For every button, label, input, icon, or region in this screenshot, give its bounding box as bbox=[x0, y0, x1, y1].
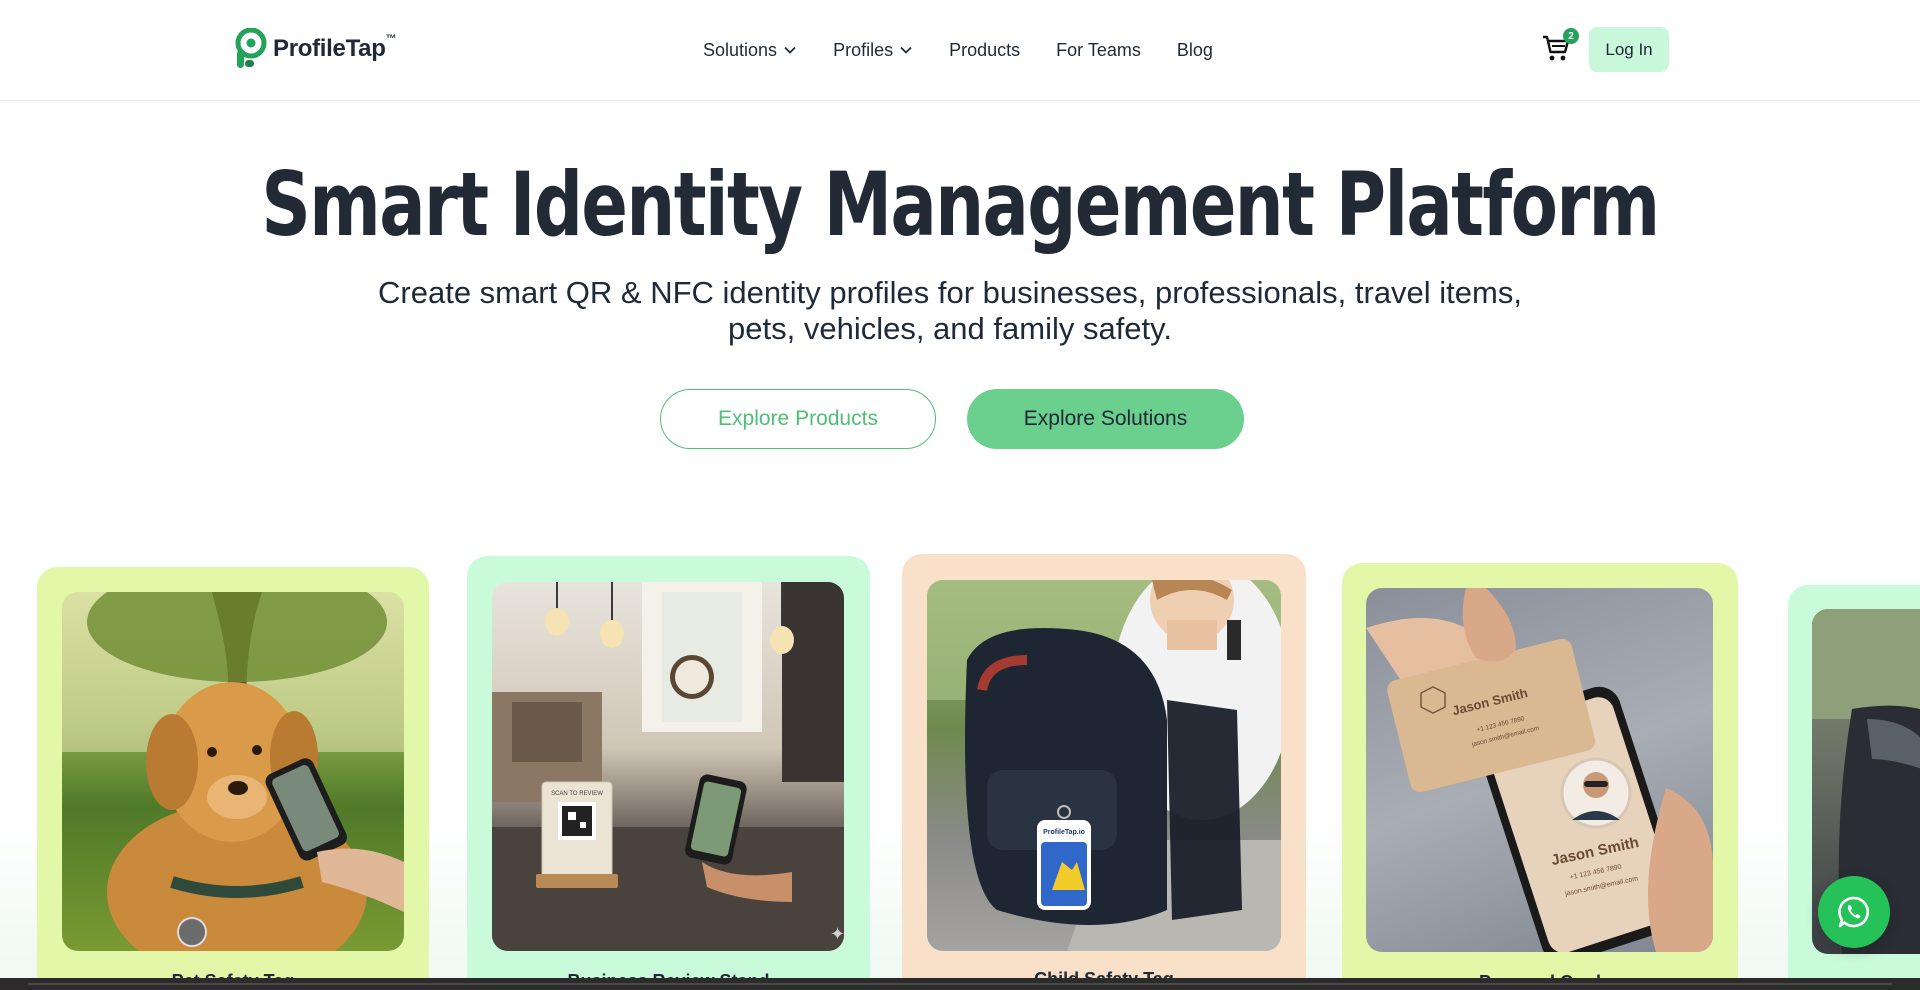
nav-item-label: Products bbox=[949, 39, 1021, 60]
nav-item-label: For Teams bbox=[1056, 39, 1141, 60]
nav-item-blog[interactable]: Blog bbox=[1177, 38, 1213, 62]
tag-brand-text: ProfileTap.io bbox=[1043, 829, 1085, 836]
nav-item-label: Blog bbox=[1176, 39, 1213, 60]
explore-solutions-button[interactable]: Explore Solutions bbox=[967, 389, 1244, 449]
site-header: ProfileTap™ Solutions Profiles Products … bbox=[0, 0, 1920, 101]
login-button[interactable]: Log In bbox=[1589, 27, 1669, 72]
hero-subtitle: Create smart QR & NFC identity profiles … bbox=[378, 275, 1522, 346]
whatsapp-icon bbox=[1838, 896, 1870, 928]
sparkle-icon: ✦ bbox=[830, 924, 844, 944]
pet-tag-image bbox=[62, 592, 404, 951]
nav-item-solutions[interactable]: Solutions bbox=[703, 38, 797, 62]
product-card-business-review[interactable]: SCAN TO REVIEW ✦ Business Review Stand bbox=[467, 556, 870, 990]
explore-products-button[interactable]: Explore Products bbox=[660, 389, 936, 449]
product-card-child-safety[interactable]: ProfileTap.io Child Safety Tag bbox=[902, 554, 1306, 990]
nav-item-products[interactable]: Products bbox=[949, 38, 1020, 62]
chevron-down-icon bbox=[900, 46, 912, 54]
chevron-down-icon bbox=[784, 46, 796, 54]
profiletap-logo-icon bbox=[235, 28, 267, 68]
brand-logo[interactable]: ProfileTap™ bbox=[233, 28, 397, 70]
nav-item-for-teams[interactable]: For Teams bbox=[1056, 38, 1141, 62]
nfc-business-card-image: Jason Smith +1 123 456 7890 jason.smith@… bbox=[1366, 588, 1713, 952]
product-card-pet[interactable]: Pet Safety Tag bbox=[37, 567, 429, 990]
review-stand-image: SCAN TO REVIEW ✦ bbox=[492, 582, 844, 951]
hero-title: Smart Identity Management Platform bbox=[261, 153, 1660, 256]
nav-item-profiles[interactable]: Profiles bbox=[833, 38, 913, 62]
child-backpack-image: ProfileTap.io bbox=[927, 580, 1281, 951]
nav-item-label: Profiles bbox=[833, 39, 894, 60]
nav-item-label: Solutions bbox=[703, 39, 778, 60]
main-nav: Solutions Profiles Products For Teams Bl… bbox=[703, 38, 1249, 62]
browser-bottom-edge bbox=[0, 978, 1920, 990]
product-card-personal-card[interactable]: Jason Smith +1 123 456 7890 jason.smith@… bbox=[1342, 563, 1738, 990]
whatsapp-chat-button[interactable] bbox=[1818, 876, 1890, 948]
brand-name: ProfileTap™ bbox=[273, 33, 397, 62]
qr-stand-header: SCAN TO REVIEW bbox=[551, 791, 603, 797]
cart-count-badge: 2 bbox=[1563, 28, 1579, 44]
